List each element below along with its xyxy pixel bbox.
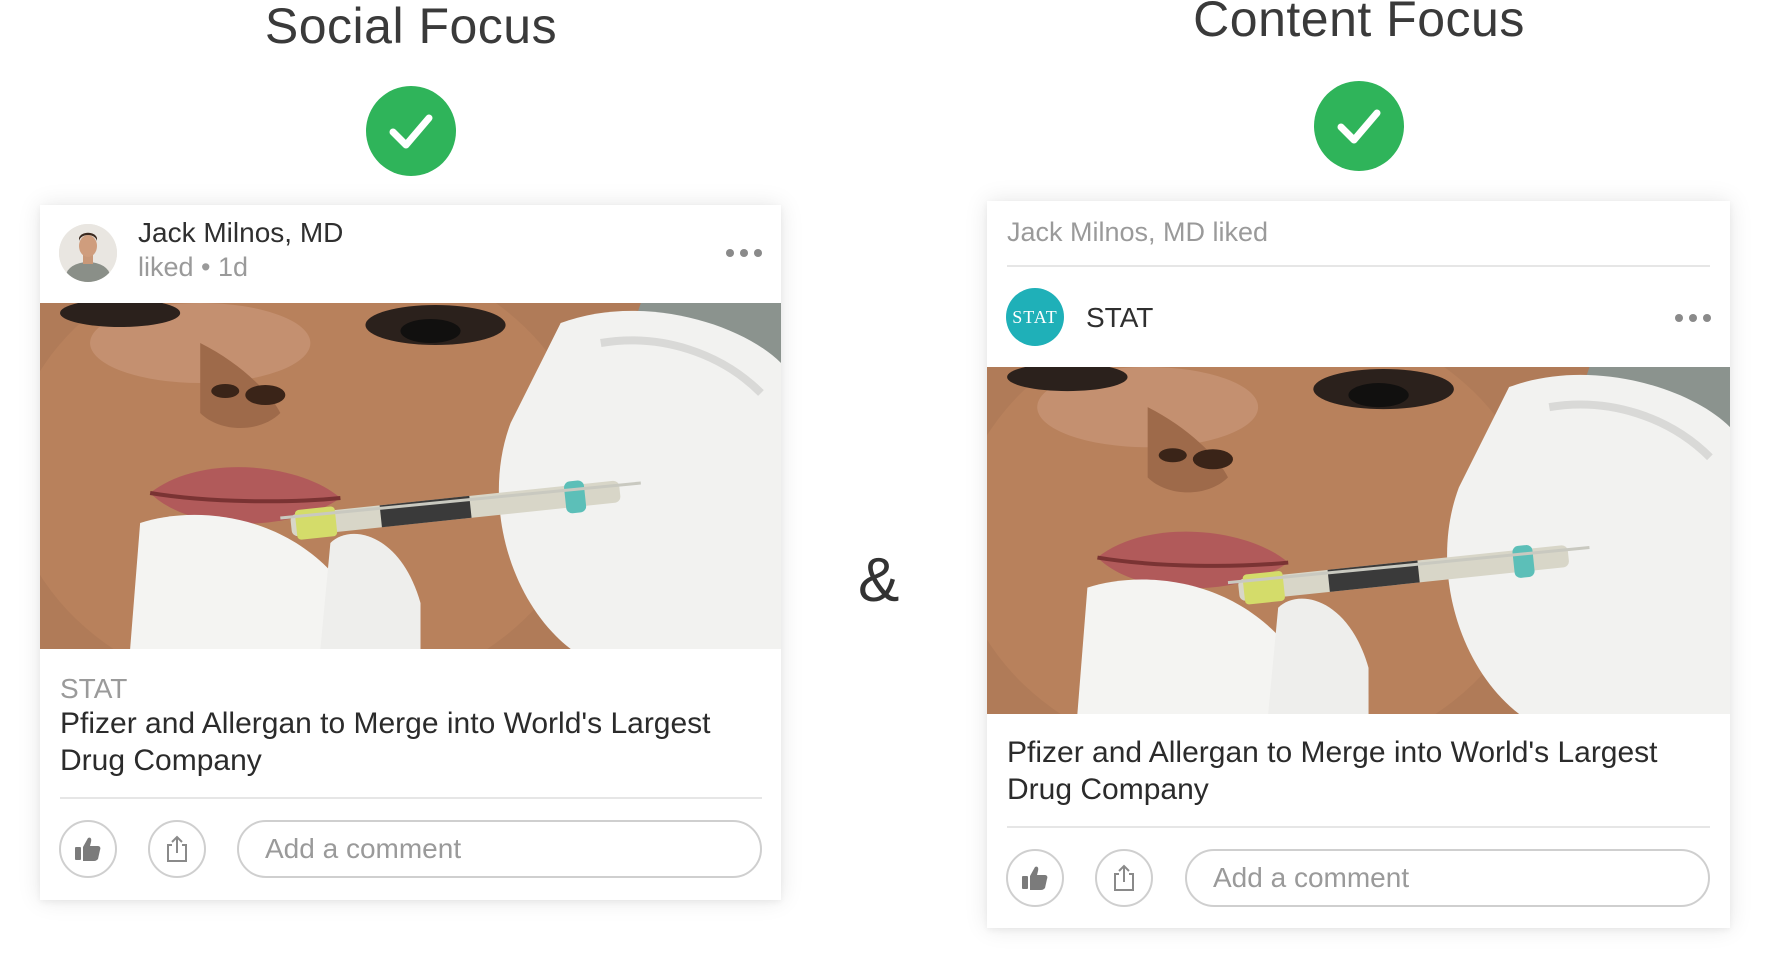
- divider: [1007, 826, 1710, 828]
- publisher-name[interactable]: STAT: [1086, 302, 1153, 334]
- article-image[interactable]: [40, 303, 781, 649]
- author-name[interactable]: Jack Milnos, MD: [138, 217, 343, 249]
- content-focus-card: Jack Milnos, MD liked STAT STAT Pfizer a…: [987, 201, 1730, 928]
- share-icon: [167, 835, 187, 862]
- share-button[interactable]: [1095, 849, 1153, 907]
- article-source: STAT: [60, 673, 128, 704]
- author-meta: liked • 1d: [138, 252, 249, 282]
- check-icon: [1314, 81, 1404, 171]
- share-button[interactable]: [148, 820, 206, 878]
- stat-logo[interactable]: STAT: [1006, 288, 1064, 346]
- comment-input[interactable]: Add a comment: [1185, 849, 1710, 907]
- like-icon: [75, 837, 101, 861]
- like-button[interactable]: [59, 820, 117, 878]
- like-button[interactable]: [1006, 849, 1064, 907]
- social-focus-card: Jack Milnos, MD liked • 1d STAT Pfizer a…: [40, 205, 781, 900]
- ampersand: &: [858, 546, 900, 615]
- like-icon: [1022, 866, 1048, 890]
- share-icon: [1114, 864, 1134, 891]
- article-headline[interactable]: Pfizer and Allergan to Merge into World'…: [60, 705, 750, 779]
- avatar[interactable]: [59, 224, 117, 282]
- more-icon[interactable]: [726, 249, 762, 257]
- content-focus-heading: Content Focus: [1193, 0, 1525, 47]
- divider: [60, 797, 762, 799]
- check-icon: [366, 86, 456, 176]
- activity-text[interactable]: Jack Milnos, MD liked: [1007, 217, 1268, 248]
- avatar-image: [59, 224, 117, 282]
- divider: [1007, 265, 1710, 267]
- article-image[interactable]: [987, 367, 1730, 714]
- article-headline[interactable]: Pfizer and Allergan to Merge into World'…: [1007, 734, 1697, 808]
- more-icon[interactable]: [1675, 314, 1711, 322]
- comment-input[interactable]: Add a comment: [237, 820, 762, 878]
- social-focus-heading: Social Focus: [264, 0, 558, 54]
